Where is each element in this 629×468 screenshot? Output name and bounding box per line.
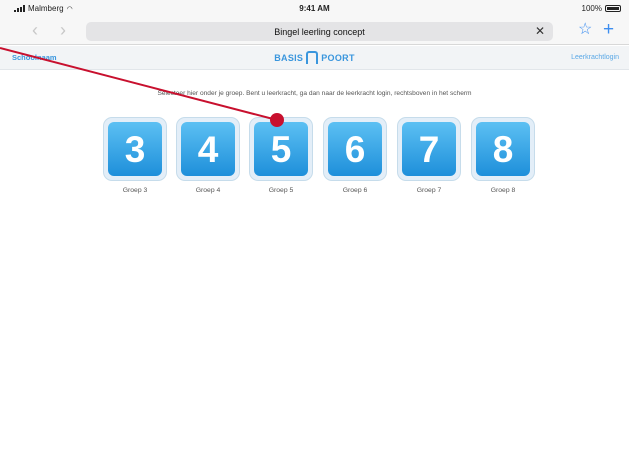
clock: 9:41 AM: [299, 4, 330, 13]
group-label: Groep 4: [195, 187, 221, 194]
group-label: Groep 7: [416, 187, 442, 194]
door-icon: [306, 51, 319, 64]
teacher-login-link[interactable]: Leerkrachtlogin: [571, 54, 619, 61]
group-7[interactable]: 7 Groep 7: [397, 117, 461, 194]
status-bar: Malmberg ◠ 9:41 AM 100%: [0, 0, 629, 18]
battery-percent: 100%: [581, 4, 602, 13]
browser-toolbar: ‹ › Bingel leerling concept ✕ ☆ +: [0, 18, 629, 45]
page-title: Bingel leerling concept: [274, 26, 365, 37]
group-number: 7: [402, 122, 456, 176]
brand-logo: BASIS POORT: [0, 51, 629, 64]
star-icon[interactable]: ☆: [578, 20, 592, 40]
instruction-text: Selecteer hier onder je groep. Bent u le…: [157, 90, 472, 97]
group-tile[interactable]: 6: [323, 117, 387, 181]
plus-icon[interactable]: +: [603, 20, 614, 40]
brand-left: BASIS: [274, 52, 304, 63]
battery-indicator: 100%: [582, 4, 621, 13]
group-selector: 3 Groep 3 4 Groep 4 5 Groep 5 6 Groep 6 …: [103, 117, 543, 207]
group-number: 3: [108, 122, 162, 176]
group-6[interactable]: 6 Groep 6: [323, 117, 387, 194]
group-number: 8: [476, 122, 530, 176]
group-5[interactable]: 5 Groep 5: [249, 117, 313, 194]
app-header: Schoolnaam BASIS POORT Leerkrachtlogin: [0, 46, 629, 70]
group-number: 5: [254, 122, 308, 176]
group-number: 4: [181, 122, 235, 176]
close-icon[interactable]: ✕: [535, 24, 545, 38]
chevron-left-icon[interactable]: ‹: [32, 21, 38, 39]
group-tile[interactable]: 4: [176, 117, 240, 181]
chevron-right-icon[interactable]: ›: [60, 21, 66, 39]
group-tile[interactable]: 5: [249, 117, 313, 181]
group-label: Groep 6: [342, 187, 368, 194]
group-tile[interactable]: 3: [103, 117, 167, 181]
group-label: Groep 8: [490, 187, 516, 194]
annotation-overlay: [0, 47, 284, 127]
group-3[interactable]: 3 Groep 3: [103, 117, 167, 194]
group-8[interactable]: 8 Groep 8: [471, 117, 535, 194]
group-label: Groep 5: [268, 187, 294, 194]
brand-right: POORT: [321, 52, 355, 63]
group-label: Groep 3: [122, 187, 148, 194]
group-number: 6: [328, 122, 382, 176]
group-tile[interactable]: 8: [471, 117, 535, 181]
group-4[interactable]: 4 Groep 4: [176, 117, 240, 194]
address-bar[interactable]: Bingel leerling concept ✕: [86, 22, 553, 41]
battery-icon: [605, 5, 621, 12]
group-tile[interactable]: 7: [397, 117, 461, 181]
